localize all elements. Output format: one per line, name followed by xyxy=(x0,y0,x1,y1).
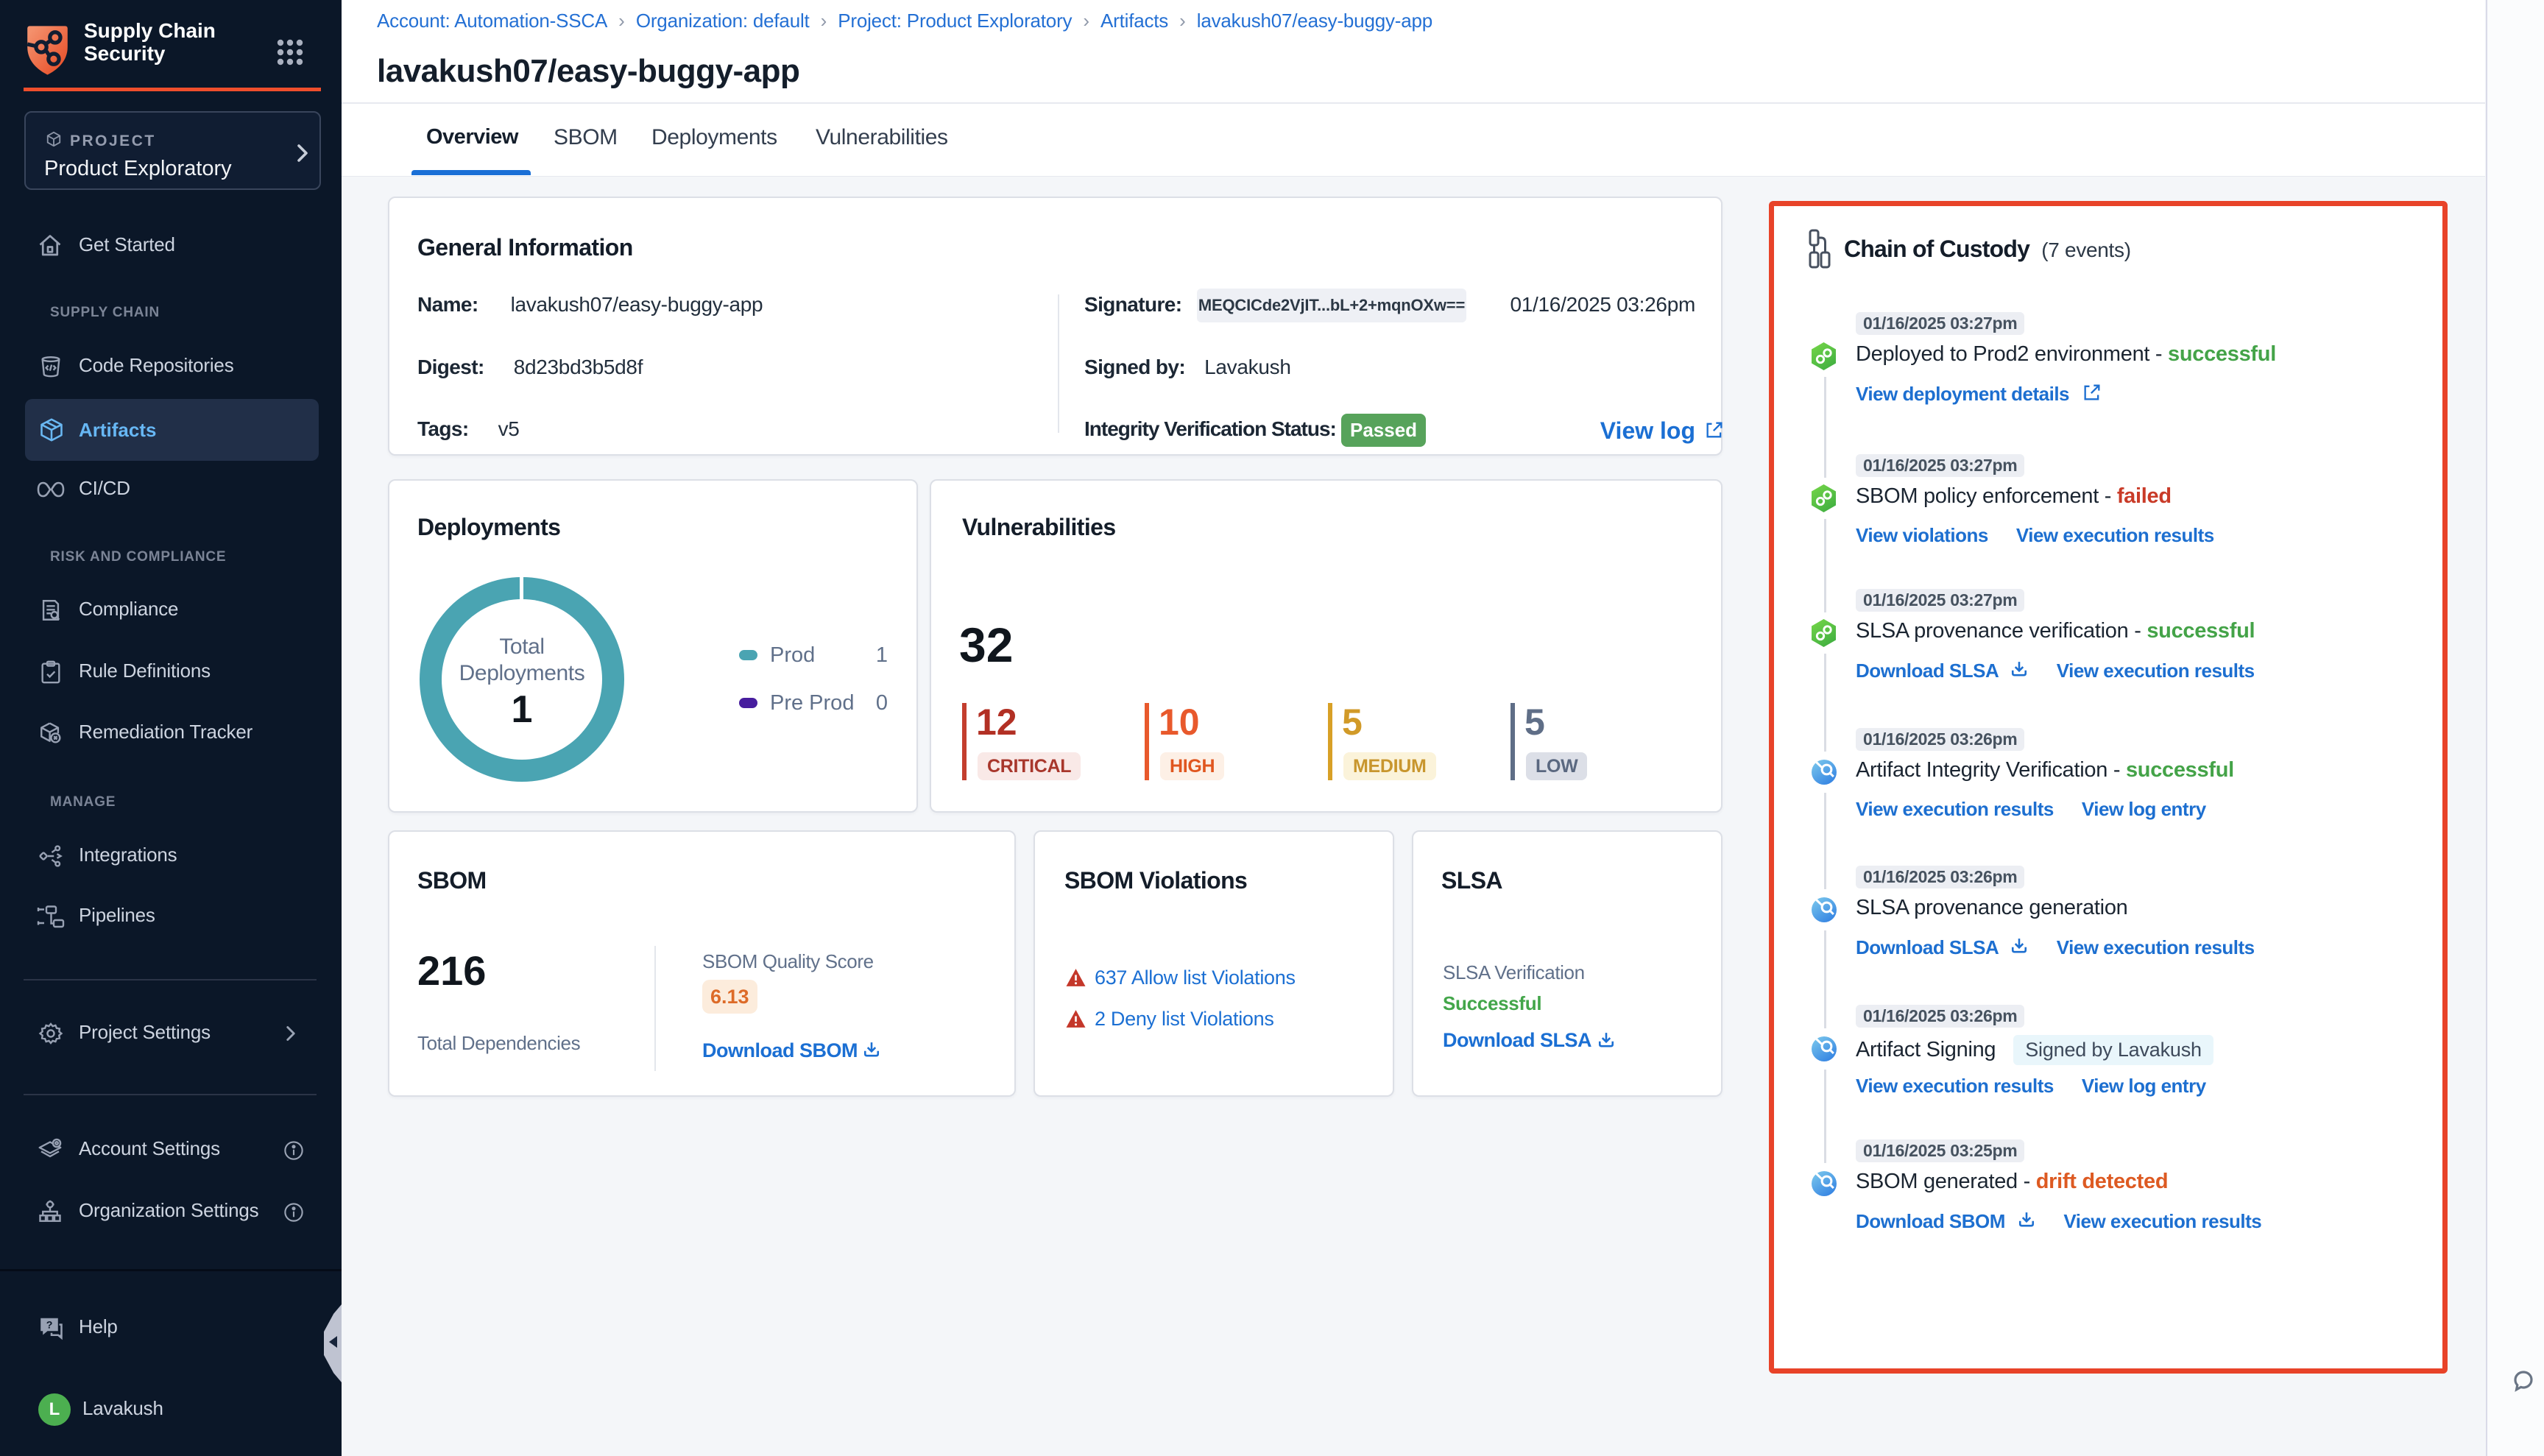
svg-text:?: ? xyxy=(46,1319,53,1331)
